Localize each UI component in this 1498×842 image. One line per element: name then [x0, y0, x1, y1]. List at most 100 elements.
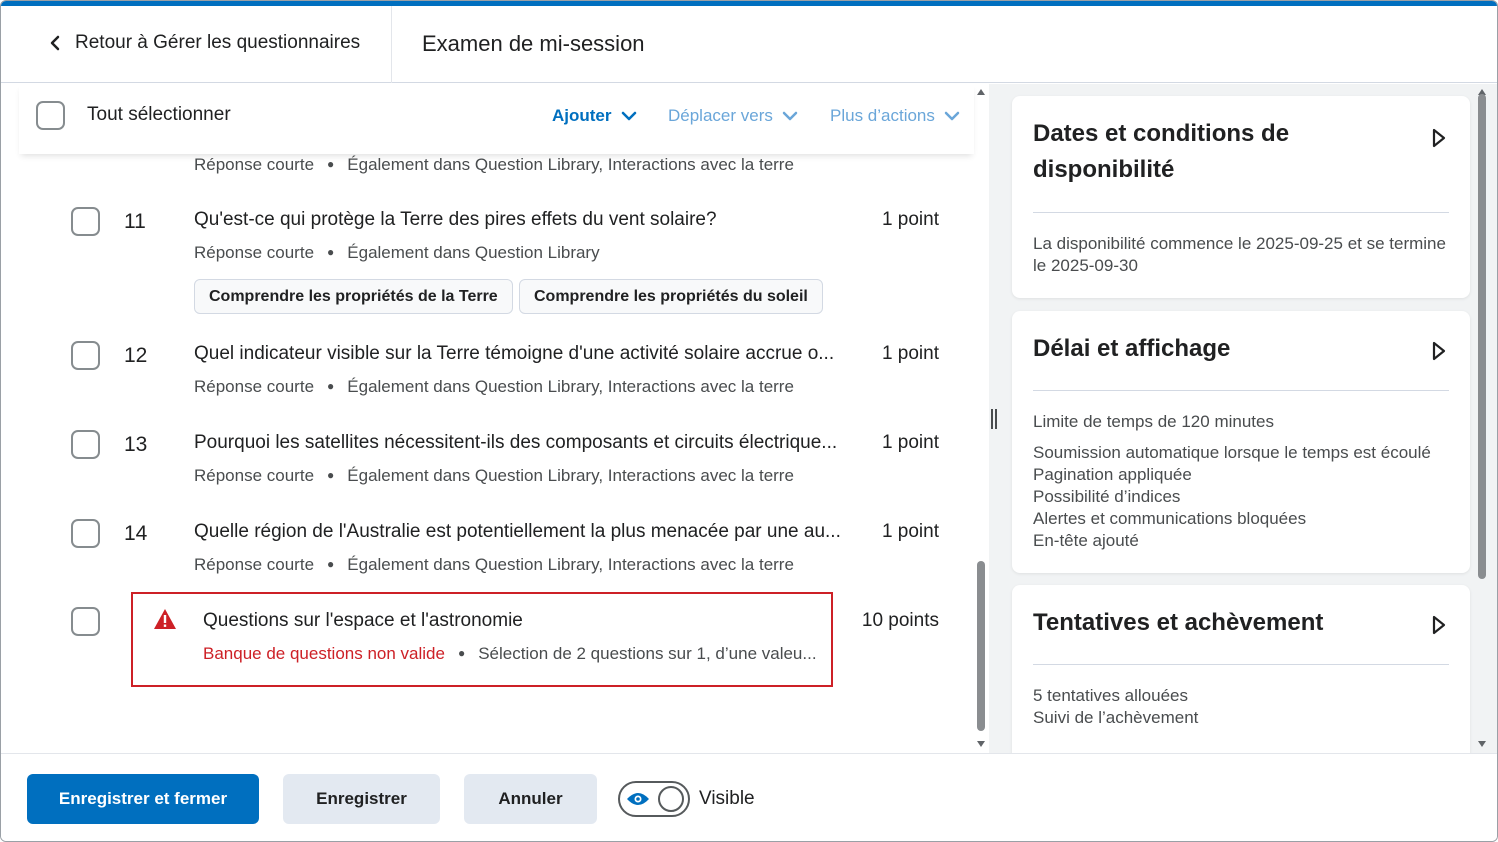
select-all-label: Tout sélectionner — [87, 104, 231, 125]
move-to-menu-button[interactable]: Déplacer vers — [668, 106, 798, 126]
card-divider — [1033, 664, 1449, 665]
invalid-question-bank-box[interactable]: Questions sur l'espace et l'astronomie B… — [131, 592, 833, 687]
visibility-toggle[interactable] — [618, 781, 690, 817]
question-points: 1 point — [881, 521, 939, 542]
attempts-completion-card[interactable]: Tentatives et achèvement 5 tentatives al… — [1012, 585, 1470, 753]
card-body: Limite de temps de 120 minutes Soumissio… — [1033, 411, 1453, 552]
question-number: 11 — [124, 210, 146, 233]
question-type: Réponse courte — [194, 243, 315, 262]
separator-dot: ● — [327, 245, 335, 259]
question-meta: Réponse courte ● Également dans Question L… — [194, 555, 794, 575]
separator-dot: ● — [327, 468, 335, 482]
card-body: La disponibilité commence le 2025-09-25 … — [1033, 234, 1446, 275]
list-scrollbar[interactable] — [974, 84, 988, 753]
question-type: Réponse courte — [194, 155, 315, 174]
question-number: 13 — [124, 433, 148, 456]
settings-scrollbar[interactable] — [1475, 84, 1489, 753]
cancel-button[interactable]: Annuler — [464, 774, 597, 824]
question-list-pane: Tout sélectionner Ajouter Déplacer vers … — [1, 84, 989, 753]
question-type: Réponse courte — [194, 377, 315, 396]
question-checkbox[interactable] — [71, 519, 100, 548]
card-divider — [1033, 390, 1449, 391]
move-to-menu-label: Déplacer vers — [668, 106, 773, 125]
card-title: Dates et conditions de disponibilité — [1033, 120, 1290, 183]
question-number: 14 — [124, 522, 148, 545]
learning-objective-tag[interactable]: Comprendre les propriétés de la Terre — [194, 279, 513, 314]
question-text[interactable]: Quelle région de l'Australie est potenti… — [194, 521, 854, 543]
card-line: Soumission automatique lorsque le temps … — [1033, 443, 1431, 462]
question-bank-checkbox[interactable] — [71, 607, 100, 636]
header: Retour à Gérer les questionnaires Examen… — [1, 6, 1497, 83]
question-bank-points: 10 points — [861, 610, 939, 631]
back-link-label: Retour à Gérer les questionnaires — [75, 32, 361, 53]
separator-dot: ● — [327, 379, 335, 393]
question-also-in: Également dans Question Library, Interac… — [347, 155, 794, 174]
settings-scrollbar-thumb[interactable] — [1478, 94, 1486, 579]
save-button[interactable]: Enregistrer — [283, 774, 440, 824]
expand-arrow-icon[interactable] — [1432, 128, 1446, 148]
question-checkbox[interactable] — [71, 430, 100, 459]
card-line: Possibilité d’indices — [1033, 487, 1181, 506]
chevron-down-icon — [621, 111, 636, 121]
back-link[interactable]: Retour à Gérer les questionnaires — [49, 32, 360, 54]
question-also-in: Également dans Question Library, Interac… — [347, 555, 794, 574]
card-line: Pagination appliquée — [1033, 465, 1192, 484]
separator-dot: ● — [457, 646, 466, 660]
question-number: 12 — [124, 344, 148, 367]
availability-card[interactable]: Dates et conditions de disponibilité La … — [1012, 96, 1470, 298]
card-line: En-tête ajouté — [1033, 531, 1139, 550]
drag-handle-icon[interactable] — [991, 409, 997, 429]
question-type: Réponse courte — [194, 466, 315, 485]
card-title: Délai et affichage — [1033, 335, 1231, 362]
question-points: 1 point — [881, 432, 939, 453]
question-bank-error: Banque de questions non valide — [203, 644, 445, 663]
question-text[interactable]: Pourquoi les satellites nécessitent-ils … — [194, 432, 854, 454]
question-meta: Réponse courte ● Également dans Question L… — [194, 466, 794, 486]
timing-display-card[interactable]: Délai et affichage Limite de temps de 12… — [1012, 311, 1470, 573]
question-also-in: Également dans Question Library, Interac… — [347, 377, 794, 396]
question-bank-detail: Sélection de 2 questions sur 1, d’une va… — [478, 644, 817, 663]
chevron-left-icon — [50, 35, 60, 51]
header-divider — [391, 6, 392, 83]
chevron-down-icon — [782, 111, 798, 121]
scroll-down-arrow-icon[interactable] — [1477, 740, 1487, 748]
card-line: Suivi de l’achèvement — [1033, 708, 1199, 727]
separator-dot: ● — [327, 557, 335, 571]
card-divider — [1033, 212, 1449, 213]
card-line: Limite de temps de 120 minutes — [1033, 412, 1274, 431]
expand-arrow-icon[interactable] — [1432, 341, 1446, 361]
question-text[interactable]: Qu'est-ce qui protège la Terre des pires… — [194, 209, 854, 231]
question-checkbox[interactable] — [71, 341, 100, 370]
more-actions-menu-button[interactable]: Plus d’actions — [830, 106, 960, 126]
list-scrollbar-thumb[interactable] — [977, 561, 985, 731]
question-also-in: Également dans Question Library — [347, 243, 600, 262]
scroll-up-arrow-icon[interactable] — [976, 88, 986, 96]
card-title: Tentatives et achèvement — [1033, 609, 1324, 636]
settings-pane: Dates et conditions de disponibilité La … — [999, 84, 1497, 753]
question-points: 1 point — [881, 343, 939, 364]
list-toolbar: Tout sélectionner Ajouter Déplacer vers … — [19, 84, 974, 154]
question-type: Réponse courte — [194, 555, 315, 574]
question-bank-title[interactable]: Questions sur l'espace et l'astronomie — [203, 610, 523, 632]
eye-icon — [627, 793, 649, 805]
app-window: Retour à Gérer les questionnaires Examen… — [0, 0, 1498, 842]
learning-objective-tag[interactable]: Comprendre les propriétés du soleil — [519, 279, 823, 314]
save-and-close-button[interactable]: Enregistrer et fermer — [27, 774, 259, 824]
card-body: 5 tentatives allouées Suivi de l’achèvem… — [1033, 685, 1453, 729]
question-meta: Réponse courte ● Également dans Question L… — [194, 243, 600, 263]
question-text[interactable]: Quel indicateur visible sur la Terre tém… — [194, 343, 854, 365]
scroll-down-arrow-icon[interactable] — [976, 740, 986, 748]
chevron-down-icon — [944, 111, 960, 121]
select-all-checkbox[interactable] — [36, 101, 65, 130]
pane-splitter[interactable] — [989, 84, 999, 753]
question-checkbox[interactable] — [71, 207, 100, 236]
expand-arrow-icon[interactable] — [1432, 615, 1446, 635]
question-meta: Réponse courte ● Également dans Question L… — [194, 377, 794, 397]
warning-icon — [154, 609, 176, 629]
footer-bar: Enregistrer et fermer Enregistrer Annule… — [1, 753, 1497, 841]
add-menu-button[interactable]: Ajouter — [552, 106, 637, 126]
add-menu-label: Ajouter — [552, 106, 612, 125]
visible-label: Visible — [699, 788, 755, 809]
question-points: 1 point — [881, 209, 939, 230]
card-line: 5 tentatives allouées — [1033, 686, 1188, 705]
